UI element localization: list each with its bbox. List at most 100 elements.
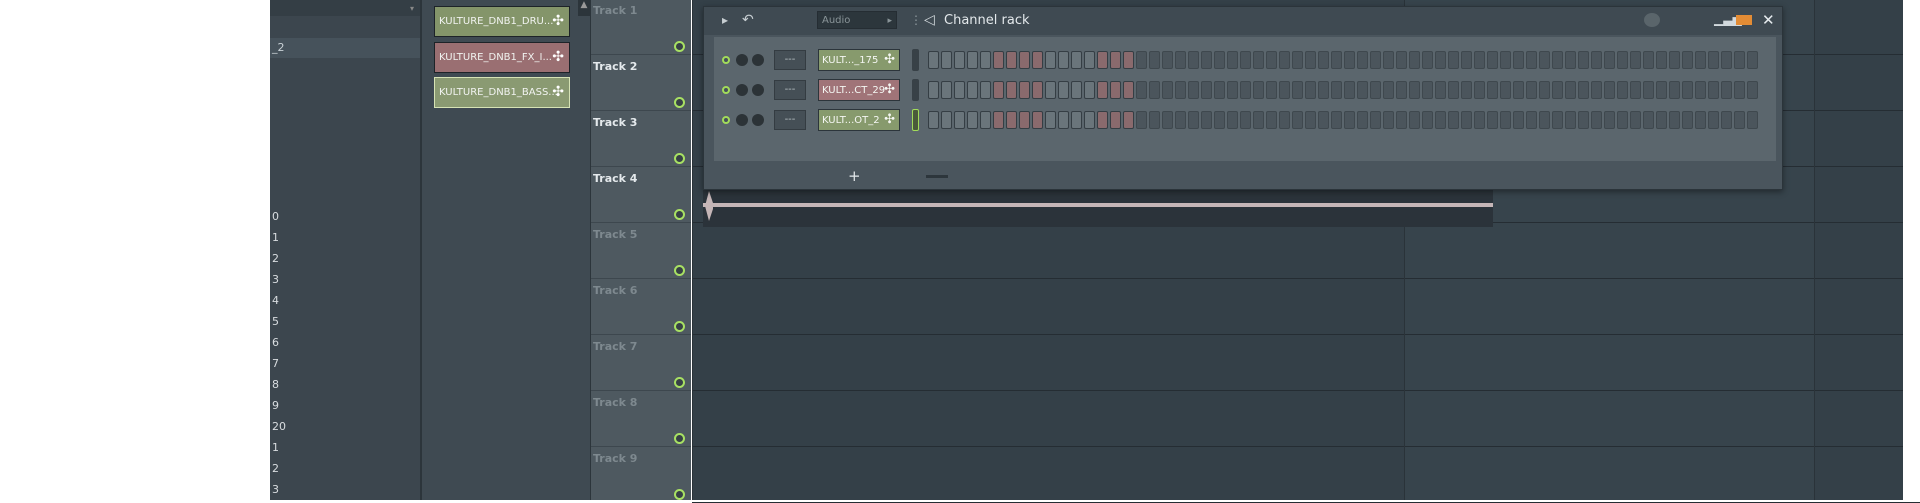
step-button[interactable]	[1175, 51, 1186, 69]
step-button[interactable]	[1422, 51, 1433, 69]
step-button[interactable]	[1435, 81, 1446, 99]
step-button[interactable]	[1500, 51, 1511, 69]
step-button[interactable]	[967, 81, 978, 99]
step-button[interactable]	[1006, 51, 1017, 69]
step-button[interactable]	[1292, 111, 1303, 129]
step-button[interactable]	[1448, 111, 1459, 129]
step-button[interactable]	[1279, 51, 1290, 69]
step-button[interactable]	[1500, 81, 1511, 99]
step-button[interactable]	[941, 111, 952, 129]
step-button[interactable]	[1084, 81, 1095, 99]
step-button[interactable]	[1344, 111, 1355, 129]
step-button[interactable]	[1253, 51, 1264, 69]
step-button[interactable]	[1279, 81, 1290, 99]
step-button[interactable]	[1695, 81, 1706, 99]
mixer-track-field[interactable]: ---	[774, 110, 806, 130]
step-button[interactable]	[1669, 111, 1680, 129]
step-button[interactable]	[1435, 51, 1446, 69]
step-button[interactable]	[1331, 51, 1342, 69]
step-button[interactable]	[1318, 81, 1329, 99]
step-button[interactable]	[1344, 81, 1355, 99]
step-button[interactable]	[1721, 81, 1732, 99]
step-button[interactable]	[1539, 111, 1550, 129]
step-button[interactable]	[1253, 111, 1264, 129]
track-mute-led[interactable]	[674, 433, 685, 444]
step-button[interactable]	[1097, 111, 1108, 129]
close-icon[interactable]: ✕	[1762, 11, 1775, 29]
step-button[interactable]	[1513, 51, 1524, 69]
step-button[interactable]	[1253, 81, 1264, 99]
step-button[interactable]	[1422, 111, 1433, 129]
speaker-icon[interactable]: ◁	[924, 12, 935, 28]
step-button[interactable]	[1110, 81, 1121, 99]
step-button[interactable]	[993, 51, 1004, 69]
track-header[interactable]: Track 3	[591, 110, 691, 167]
step-button[interactable]	[1006, 81, 1017, 99]
volume-knob[interactable]	[752, 84, 764, 96]
step-button[interactable]	[1071, 81, 1082, 99]
step-button[interactable]	[1201, 111, 1212, 129]
step-button[interactable]	[1565, 111, 1576, 129]
channel-mute-led[interactable]	[722, 116, 730, 124]
step-button[interactable]	[1734, 51, 1745, 69]
audio-clip[interactable]	[703, 186, 1493, 227]
step-button[interactable]	[1019, 51, 1030, 69]
step-button[interactable]	[1305, 111, 1316, 129]
step-button[interactable]	[1240, 51, 1251, 69]
step-button[interactable]	[1045, 51, 1056, 69]
step-button[interactable]	[1188, 51, 1199, 69]
step-button[interactable]	[1630, 81, 1641, 99]
undo-icon[interactable]: ↶	[742, 12, 754, 28]
step-button[interactable]	[1084, 51, 1095, 69]
step-button[interactable]	[1500, 111, 1511, 129]
step-button[interactable]	[1448, 51, 1459, 69]
picker-clip[interactable]: KULTURE_DNB1_BASS... ✣	[434, 77, 570, 108]
step-button[interactable]	[1240, 111, 1251, 129]
step-button[interactable]	[1643, 51, 1654, 69]
channel-button[interactable]: KULT...CT_29 ✣	[818, 79, 900, 101]
step-button[interactable]	[1747, 51, 1758, 69]
step-button[interactable]	[1747, 81, 1758, 99]
step-button[interactable]	[1695, 111, 1706, 129]
track-mute-led[interactable]	[674, 265, 685, 276]
picker-clip[interactable]: KULTURE_DNB1_DRU... ✣	[434, 6, 570, 37]
channel-button[interactable]: KULT..._175 ✣	[818, 49, 900, 71]
step-button[interactable]	[941, 81, 952, 99]
step-button[interactable]	[1331, 81, 1342, 99]
step-button[interactable]	[1227, 81, 1238, 99]
step-button[interactable]	[1162, 111, 1173, 129]
channel-rack-titlebar[interactable]: ▸ ↶ Audio ▸ ⋮ ◁ Channel rack ▁▃▅ ✕	[704, 7, 1782, 35]
track-mute-led[interactable]	[674, 41, 685, 52]
play-arrow-icon[interactable]: ▸	[722, 13, 728, 27]
step-button[interactable]	[1383, 51, 1394, 69]
step-button[interactable]	[1643, 81, 1654, 99]
step-button[interactable]	[1266, 111, 1277, 129]
step-button[interactable]	[1526, 111, 1537, 129]
step-button[interactable]	[1097, 51, 1108, 69]
dropdown-icon[interactable]: ▾	[410, 4, 414, 13]
step-button[interactable]	[1409, 81, 1420, 99]
step-button[interactable]	[954, 51, 965, 69]
step-button[interactable]	[1123, 81, 1134, 99]
step-button[interactable]	[1708, 81, 1719, 99]
step-button[interactable]	[1305, 51, 1316, 69]
step-button[interactable]	[1565, 51, 1576, 69]
channel-select-indicator[interactable]	[912, 49, 919, 71]
step-button[interactable]	[928, 81, 939, 99]
step-button[interactable]	[1526, 51, 1537, 69]
step-button[interactable]	[1604, 51, 1615, 69]
step-button[interactable]	[1552, 111, 1563, 129]
step-button[interactable]	[1734, 111, 1745, 129]
step-button[interactable]	[1110, 51, 1121, 69]
step-button[interactable]	[1123, 51, 1134, 69]
step-sequencer-icon[interactable]	[1736, 15, 1752, 25]
step-button[interactable]	[1552, 51, 1563, 69]
track-header[interactable]: Track 5	[591, 222, 691, 279]
step-button[interactable]	[1188, 111, 1199, 129]
step-button[interactable]	[1006, 111, 1017, 129]
step-button[interactable]	[1175, 81, 1186, 99]
track-header[interactable]: Track 1	[591, 0, 691, 55]
step-button[interactable]	[1214, 111, 1225, 129]
step-button[interactable]	[1149, 81, 1160, 99]
step-button[interactable]	[1019, 81, 1030, 99]
